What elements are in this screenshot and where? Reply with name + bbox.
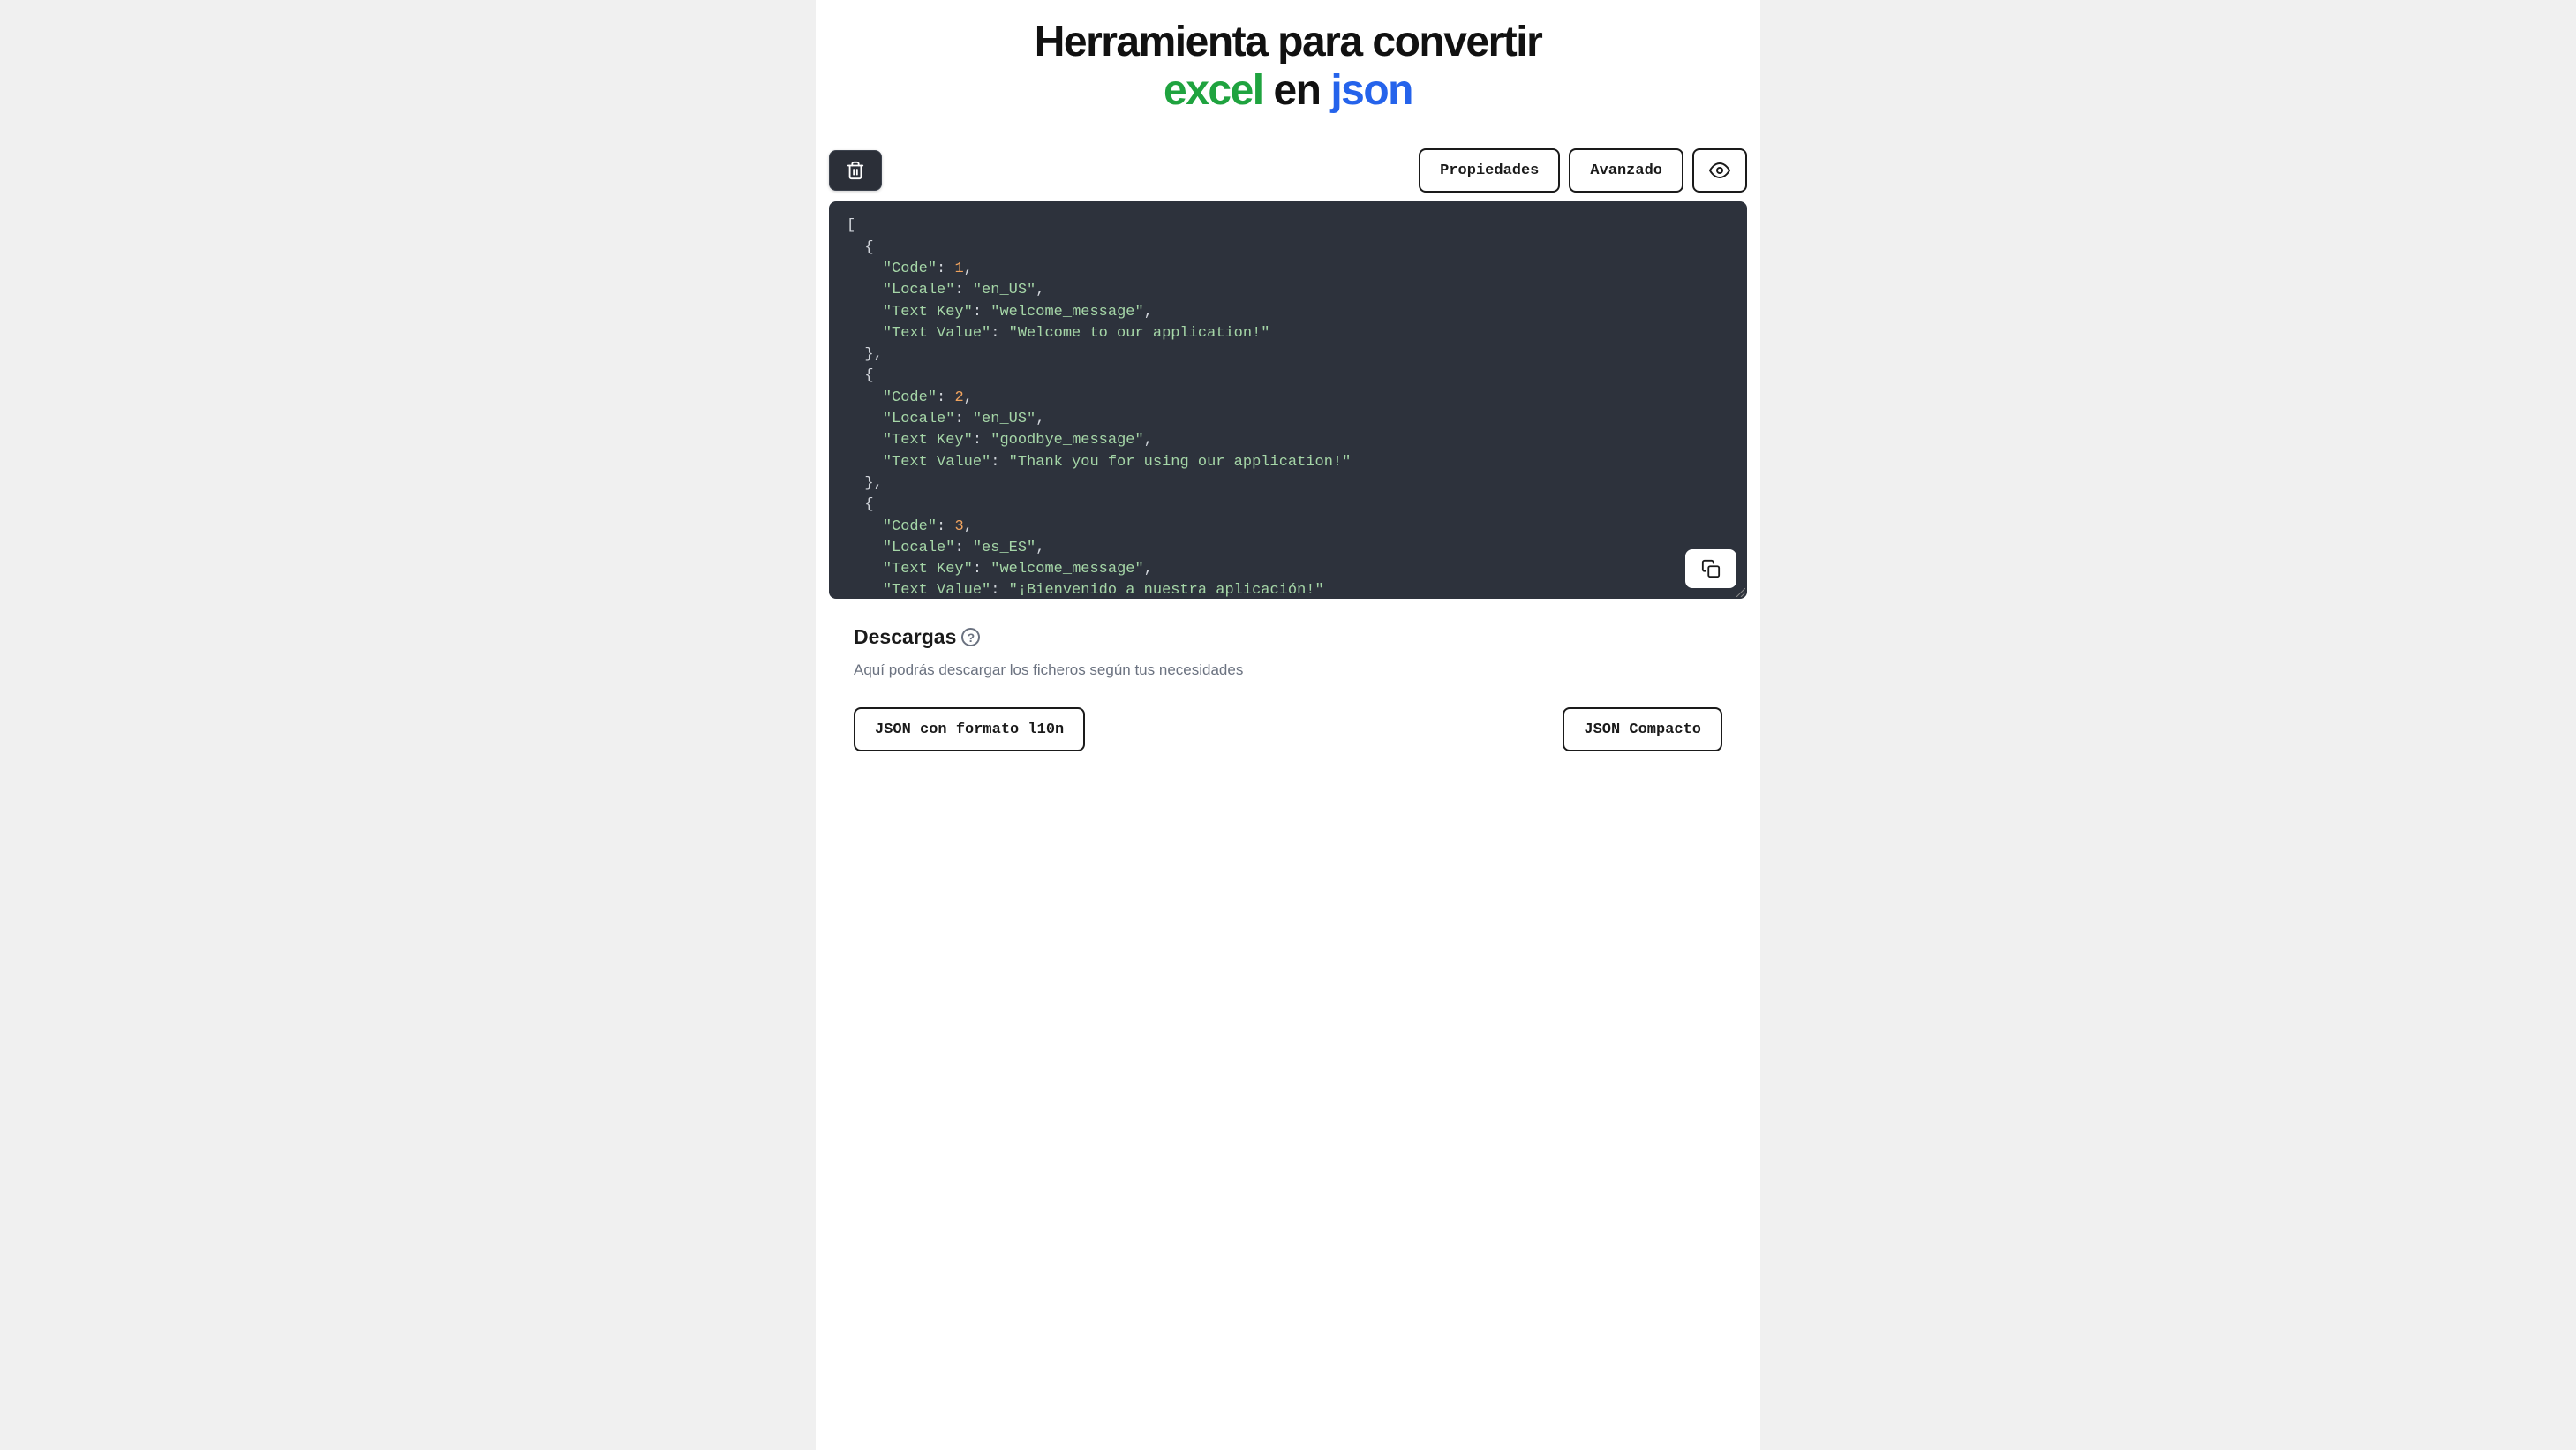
resize-handle[interactable]	[1735, 586, 1745, 597]
toolbar: Propiedades Avanzado	[829, 148, 1747, 193]
json-output-panel: [ { "Code": 1, "Locale": "en_US", "Text …	[829, 201, 1747, 599]
properties-button[interactable]: Propiedades	[1419, 148, 1560, 193]
trash-icon	[846, 161, 865, 180]
downloads-buttons: JSON con formato l10n JSON Compacto	[854, 707, 1722, 751]
copy-icon	[1701, 559, 1721, 578]
help-icon[interactable]: ?	[961, 628, 980, 646]
json-code-content[interactable]: [ { "Code": 1, "Locale": "en_US", "Text …	[847, 215, 1729, 599]
delete-button[interactable]	[829, 150, 882, 191]
title-excel-word: excel	[1164, 67, 1263, 114]
downloads-description: Aquí podrás descargar los ficheros según…	[854, 661, 1722, 679]
advanced-button[interactable]: Avanzado	[1569, 148, 1683, 193]
downloads-header: Descargas ?	[854, 625, 1722, 649]
download-l10n-button[interactable]: JSON con formato l10n	[854, 707, 1085, 751]
title-json-word: json	[1330, 67, 1412, 114]
page-container: Herramienta para convertir excel en json…	[816, 0, 1760, 1450]
resize-icon	[1736, 588, 1745, 597]
downloads-title: Descargas	[854, 625, 956, 649]
toolbar-left	[829, 150, 882, 191]
title-prefix: Herramienta para convertir	[1035, 19, 1542, 65]
preview-button[interactable]	[1692, 148, 1747, 193]
page-title: Herramienta para convertir excel en json	[829, 18, 1747, 115]
toolbar-right: Propiedades Avanzado	[1419, 148, 1747, 193]
downloads-section: Descargas ? Aquí podrás descargar los fi…	[829, 625, 1747, 751]
title-mid: en	[1263, 67, 1331, 114]
download-compact-button[interactable]: JSON Compacto	[1563, 707, 1722, 751]
eye-icon	[1709, 160, 1730, 181]
content-area: Herramienta para convertir excel en json…	[816, 0, 1760, 751]
copy-button[interactable]	[1685, 549, 1736, 588]
